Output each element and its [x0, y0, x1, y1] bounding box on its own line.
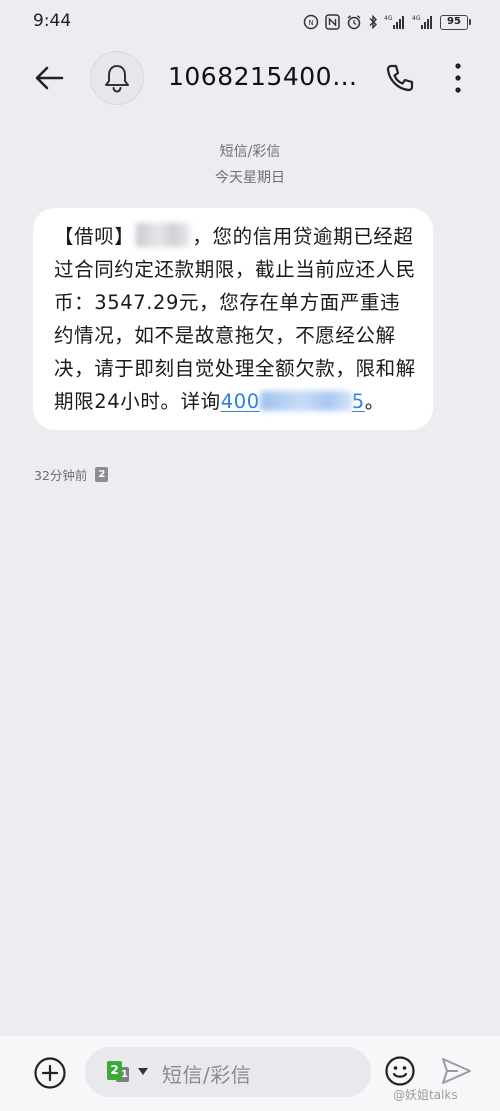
nfc-sim-icon: N — [303, 14, 319, 30]
more-vertical-icon — [455, 63, 461, 93]
message-end: 。 — [364, 390, 385, 413]
message-bubble[interactable]: 【借呗】 ，您的信用贷逾期已经超过合同约定还款期限，截止当前应还人民币：3547.… — [33, 208, 433, 430]
phone-number-start: 400 — [220, 390, 260, 413]
bluetooth-icon — [369, 14, 377, 30]
conversation-header: 10682154000... — [0, 44, 500, 112]
send-button[interactable] — [440, 1056, 472, 1086]
message-body: ，您的信用贷逾期已经超过合同约定还款期限，截止当前应还人民币：3547.29元，… — [54, 225, 416, 413]
sim-badge: 2 — [95, 467, 109, 482]
watermark: @妖姐talks — [393, 1088, 458, 1102]
more-options-button[interactable] — [446, 60, 470, 96]
status-bar: 9:44 N 4G 4G 95 — [0, 0, 500, 44]
sim-selector[interactable]: 1 2 — [107, 1061, 153, 1083]
message-input[interactable]: 1 2 短信/彩信 — [85, 1047, 371, 1097]
svg-text:4G: 4G — [384, 15, 393, 22]
svg-text:N: N — [308, 19, 313, 27]
add-attachment-button[interactable] — [33, 1056, 67, 1090]
caret-down-icon — [138, 1068, 148, 1075]
send-icon — [442, 1058, 471, 1084]
phone-icon — [386, 64, 414, 92]
back-button[interactable] — [32, 60, 68, 96]
bell-icon — [105, 65, 129, 93]
plus-circle-icon — [34, 1057, 66, 1089]
emoji-button[interactable] — [384, 1055, 416, 1087]
call-button[interactable] — [384, 62, 416, 94]
contact-name[interactable]: 10682154000... — [168, 62, 368, 91]
status-time: 9:44 — [33, 11, 72, 31]
channel-label: 短信/彩信 — [219, 144, 281, 160]
signal-4g-icon: 4G — [384, 15, 404, 29]
message-prefix: 【借呗】 — [54, 225, 135, 248]
message-meta: 32分钟前 2 — [34, 465, 109, 484]
phone-number-link[interactable]: 400 5 — [221, 390, 365, 413]
message-time: 32分钟前 — [34, 468, 88, 483]
back-arrow-icon — [35, 66, 64, 90]
svg-text:4G: 4G — [412, 15, 421, 22]
nfc-icon — [325, 14, 340, 30]
contact-avatar[interactable] — [90, 51, 144, 105]
message-text: 【借呗】 ，您的信用贷逾期已经超过合同约定还款期限，截止当前应还人民币：3547.… — [54, 220, 419, 418]
status-icons: N 4G 4G 95 — [303, 12, 471, 32]
sim-2-icon: 2 — [107, 1061, 122, 1080]
signal-4g-icon: 4G — [412, 15, 432, 29]
smiley-icon — [385, 1056, 415, 1086]
input-placeholder: 短信/彩信 — [162, 1063, 252, 1087]
date-label: 今天星期日 — [215, 170, 285, 186]
redacted-phone-number — [259, 391, 352, 411]
alarm-icon — [347, 15, 361, 30]
composer-bar: 1 2 短信/彩信 @妖姐talks — [0, 1036, 500, 1111]
redacted-name — [136, 223, 191, 247]
battery-icon: 95 — [440, 14, 471, 30]
phone-number-end: 5 — [351, 390, 365, 413]
